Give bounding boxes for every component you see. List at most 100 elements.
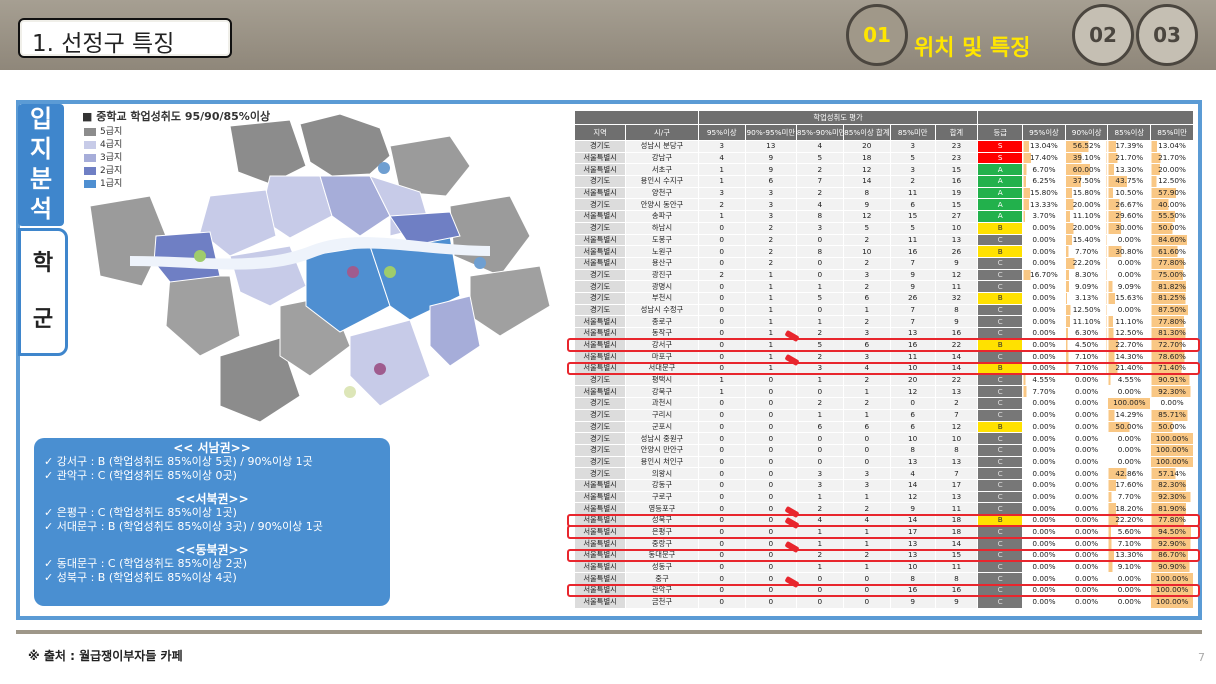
table-cell: 0.00% [1022, 280, 1066, 293]
table-group-header: 학업성취도 평가 [697, 110, 979, 125]
table-cell: 2 [744, 221, 797, 235]
table-cell: 0.00% [1107, 233, 1152, 247]
table-cell: 0 [744, 397, 797, 410]
table-cell: 0 [697, 572, 746, 586]
table-cell: 50.00% [1107, 420, 1152, 434]
table-cell: 0 [697, 397, 746, 410]
table-cell: 강남구 [625, 151, 699, 165]
table-cell: 17.40% [1022, 151, 1066, 165]
table-cell: 77.80% [1150, 315, 1194, 328]
table-cell: 성남시 분당구 [625, 140, 699, 153]
table-cell: 광명시 [625, 280, 699, 293]
table-cell: 3 [744, 210, 797, 223]
table-cell: 6 [842, 291, 891, 305]
table-cell: 9 [889, 502, 936, 515]
table-cell: 0 [697, 291, 746, 305]
table-cell: 서울특별시 [573, 537, 627, 551]
table-cell: A [977, 210, 1024, 223]
legend-grade-3: 3급지 [84, 150, 122, 163]
table-cell: 57.90% [1150, 186, 1194, 200]
table-cell: 0 [795, 443, 844, 457]
table-cell: 0.00% [1022, 233, 1066, 247]
table-cell: 50.00% [1150, 221, 1194, 235]
table-row: 경기도 용인시 처인구 0 0 0 0 13 13 C 0.00% 0.00% 0.00% 100.00… [573, 455, 1194, 469]
table-cell: 81.82% [1150, 280, 1194, 293]
table-cell: 0 [744, 467, 797, 480]
table-row: 경기도 과천시 0 0 2 2 0 2 C 0.00% 0.00% 100.00% 0.00% [573, 397, 1194, 410]
table-cell: 18.20% [1107, 502, 1152, 515]
table-cell: 100.00% [1150, 455, 1194, 469]
table-cell: 0 [697, 478, 746, 492]
table-cell: 87.50% [1150, 303, 1194, 317]
table-cell: 81.25% [1150, 291, 1194, 305]
summary-item: ✓ 성북구 : B (학업성취도 85%이상 4곳) [44, 571, 237, 584]
table-cell: 1 [697, 385, 746, 399]
table-cell: 15 [934, 163, 979, 177]
table-cell: 61.60% [1150, 245, 1194, 258]
table-cell: 1 [795, 373, 844, 387]
table-cell: 6 [795, 420, 844, 434]
table-cell: 13.30% [1107, 163, 1152, 177]
table-cell: 7.10% [1064, 350, 1109, 364]
table-cell: 성동구 [625, 560, 699, 574]
table-cell: 서울특별시 [573, 163, 627, 177]
table-row: 서울특별시 서초구 1 9 2 12 3 15 A 6.70% 60.00% 13.30% 20.00% [573, 163, 1194, 177]
table-column-header: 95%이상 [1022, 124, 1066, 141]
table-cell: 서울특별시 [573, 315, 627, 328]
table-cell: 0 [697, 502, 746, 515]
table-cell: 영등포구 [625, 502, 699, 515]
table-row: 서울특별시 용산구 0 2 0 2 7 9 C 0.00% 22.20% 0.00% 77.80% [573, 256, 1194, 270]
legend-grade-4: 4급지 [84, 137, 122, 150]
table-cell: 0 [744, 432, 797, 445]
summary-northwest-title: <<서북권>> [175, 492, 249, 506]
table-cell: 9.10% [1107, 560, 1152, 574]
table-cell: 92.90% [1150, 537, 1194, 551]
table-cell: 0 [697, 560, 746, 574]
table-cell: 3 [889, 140, 936, 153]
table-column-header: 85%미만 [889, 124, 936, 141]
table-cell: 0 [795, 233, 844, 247]
table-cell: 0.00% [1022, 420, 1066, 434]
table-row: 서울특별시 구로구 0 0 1 1 12 13 C 0.00% 0.00% 7.70% 92.30% [573, 490, 1194, 504]
step-03-circle[interactable]: 03 [1136, 4, 1198, 66]
step-01-circle[interactable]: 01 [846, 4, 908, 66]
step-02-circle[interactable]: 02 [1072, 4, 1134, 66]
table-cell: 1 [842, 408, 891, 422]
table-cell: 구리시 [625, 408, 699, 422]
table-cell: 2 [842, 315, 891, 328]
table-cell: A [977, 175, 1024, 188]
table-cell: 9 [889, 280, 936, 293]
side-tab-school-district[interactable]: 학 군 [18, 228, 68, 356]
table-cell: 0 [744, 490, 797, 504]
table-cell: 2 [934, 397, 979, 410]
table-cell: 안양시 만안구 [625, 443, 699, 457]
summary-southwest-title: << 서남권>> [173, 441, 251, 455]
table-cell: 1 [795, 490, 844, 504]
table-cell: C [977, 268, 1024, 282]
table-cell: 2 [842, 256, 891, 270]
side-tab-location-analysis[interactable]: 입 지 분 석 [18, 104, 64, 226]
table-row: 서울특별시 강남구 4 9 5 18 5 23 S 17.40% 39.10% 21.70% 21.70… [573, 151, 1194, 165]
table-row: 서울특별시 강동구 0 0 3 3 14 17 C 0.00% 0.00% 17.60% 82.30% [573, 478, 1194, 492]
table-cell: 13 [934, 385, 979, 399]
table-cell: 0.00% [1064, 595, 1109, 609]
table-cell: 14.30% [1107, 350, 1152, 364]
table-cell: 2 [842, 397, 891, 410]
table-row: 서울특별시 마포구 0 1 2 3 11 14 C 0.00% 7.10% 14.30% 78.60% [573, 350, 1194, 364]
table-cell: 6 [889, 420, 936, 434]
table-cell: 9 [934, 315, 979, 328]
table-cell: 30.00% [1107, 221, 1152, 235]
table-cell: 0.00% [1022, 537, 1066, 551]
table-cell: 용인시 수지구 [625, 175, 699, 188]
table-cell: 20.00% [1064, 221, 1109, 235]
table-cell: 종로구 [625, 315, 699, 328]
table-cell: 100.00% [1107, 397, 1152, 410]
table-cell: 0.00% [1022, 455, 1066, 469]
table-cell: 0.00% [1022, 350, 1066, 364]
table-cell: 15 [889, 210, 936, 223]
table-cell: 0.00% [1022, 502, 1066, 515]
table-cell: 6 [744, 175, 797, 188]
table-cell: 0.00% [1107, 385, 1152, 399]
table-cell: 92.30% [1150, 385, 1194, 399]
table-cell: 13 [934, 490, 979, 504]
